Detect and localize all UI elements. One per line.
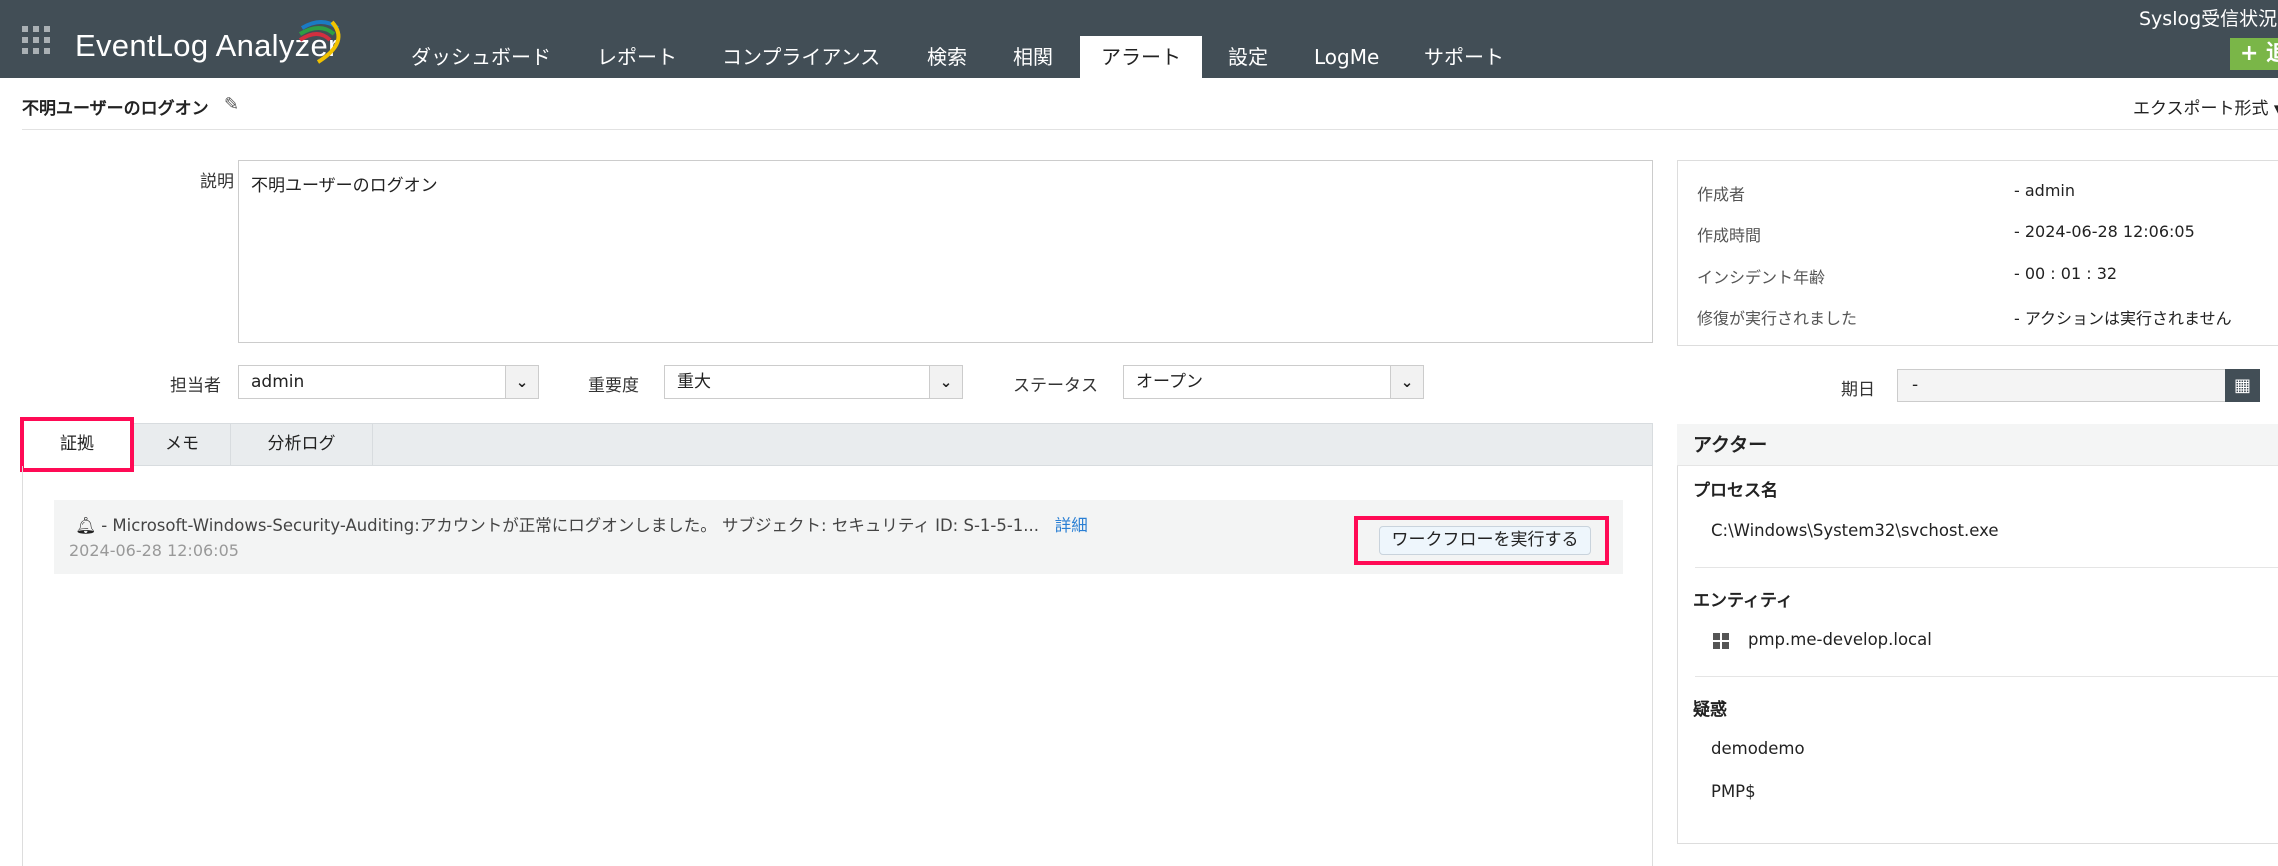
nav-dashboard[interactable]: ダッシュボード	[411, 36, 551, 78]
nav-reports[interactable]: レポート	[597, 36, 677, 78]
app-grid-icon[interactable]	[22, 26, 50, 54]
tab-evidence[interactable]: 証拠	[20, 417, 134, 472]
severity-value: 重大	[677, 372, 711, 392]
info-key: 作成時間	[1697, 226, 1762, 245]
description-label: 説明	[200, 172, 234, 192]
info-box: 作成者 - admin 作成時間 - 2024-06-28 12:06:05 インシ…	[1677, 160, 2278, 346]
actor-title: アクター	[1677, 424, 2278, 466]
process-value: C:\Windows\System32\svchost.exe	[1711, 521, 1999, 540]
page-title: 不明ユーザーのログオン	[22, 99, 209, 119]
event-text: 🔔︎ - Microsoft-Windows-Security-Auditing…	[75, 512, 1088, 536]
divider	[22, 129, 2278, 130]
tab-analysis-log[interactable]: 分析ログ	[231, 423, 373, 466]
info-key: インシデント年齢	[1697, 268, 1826, 287]
event-message: - Microsoft-Windows-Security-Auditing:アカ…	[101, 516, 1040, 535]
status-value: オープン	[1136, 372, 1203, 392]
info-value: - アクションは実行されません	[2014, 309, 2232, 328]
severity-select[interactable]: 重大 ⌄	[664, 365, 963, 399]
info-value: - 2024-06-28 12:06:05	[2014, 222, 2195, 241]
info-value: - 00 : 01 : 32	[2014, 264, 2118, 283]
edit-pencil-icon[interactable]: ✎	[224, 94, 239, 115]
nav-compliance[interactable]: コンプライアンス	[722, 36, 880, 78]
severity-label: 重要度	[588, 376, 639, 396]
info-value: - admin	[2014, 181, 2075, 200]
bell-icon: 🔔︎	[75, 516, 96, 535]
nav-correlation[interactable]: 相関	[1013, 36, 1053, 78]
due-date-label: 期日	[1841, 380, 1875, 400]
status-select[interactable]: オープン ⌄	[1123, 365, 1424, 399]
windows-icon	[1713, 633, 1729, 649]
divider	[1695, 676, 2278, 677]
chevron-down-icon[interactable]: ⌄	[505, 366, 538, 398]
due-date-input[interactable]: -	[1897, 369, 2260, 402]
tab-notes[interactable]: メモ	[134, 423, 231, 466]
calendar-icon[interactable]: ▦	[2225, 369, 2260, 402]
nav-logme[interactable]: LogMe	[1314, 36, 1379, 78]
status-label: ステータス	[1013, 376, 1098, 396]
process-label: プロセス名	[1693, 481, 1778, 501]
suspect-item: PMP$	[1711, 782, 1756, 801]
assignee-value: admin	[251, 372, 305, 392]
nav-support[interactable]: サポート	[1424, 36, 1504, 78]
info-key: 作成者	[1697, 185, 1746, 204]
logo-arcs-icon	[298, 20, 341, 64]
assignee-select[interactable]: admin ⌄	[238, 365, 539, 399]
description-textarea[interactable]: 不明ユーザーのログオン	[238, 160, 1653, 343]
nav-settings[interactable]: 設定	[1228, 36, 1268, 78]
details-link[interactable]: 詳細	[1055, 516, 1088, 535]
chevron-down-icon[interactable]: ⌄	[1390, 366, 1423, 398]
add-button[interactable]: + 追	[2230, 38, 2278, 70]
entity-label: エンティティ	[1693, 591, 1793, 611]
suspect-label: 疑惑	[1693, 700, 1727, 720]
export-dropdown[interactable]: エクスポート形式 ▾	[2133, 94, 2278, 119]
run-workflow-button[interactable]: ワークフローを実行する	[1379, 526, 1591, 555]
syslog-status-link[interactable]: Syslog受信状況	[2139, 4, 2277, 31]
nav-alerts[interactable]: アラート	[1080, 36, 1202, 78]
event-date: 2024-06-28 12:06:05	[69, 541, 239, 560]
divider	[1695, 567, 2278, 568]
chevron-down-icon[interactable]: ⌄	[929, 366, 962, 398]
entity-value[interactable]: pmp.me-develop.local	[1748, 630, 1932, 649]
assignee-label: 担当者	[170, 376, 221, 396]
nav-search[interactable]: 検索	[927, 36, 967, 78]
suspect-item: demodemo	[1711, 739, 1805, 758]
info-key: 修復が実行されました	[1697, 309, 1858, 328]
